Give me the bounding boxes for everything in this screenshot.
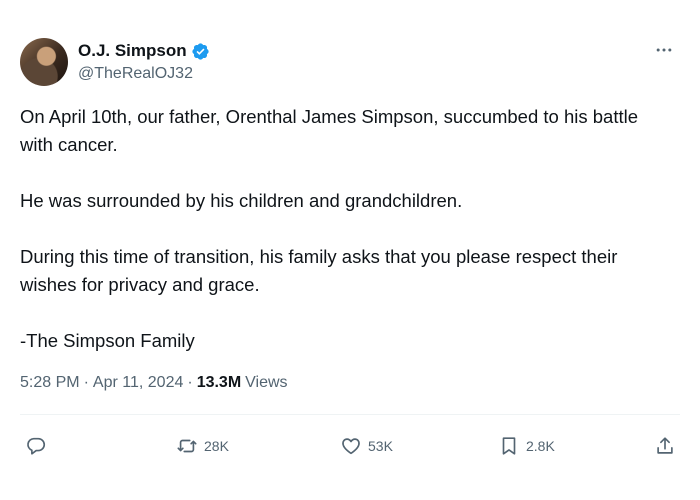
meta-separator: · <box>187 374 193 391</box>
bookmark-icon <box>502 437 516 455</box>
post-time[interactable]: 5:28 PM <box>20 374 80 392</box>
share-icon <box>657 437 673 454</box>
bookmark-count: 2.8K <box>526 438 555 454</box>
views-label: Views <box>245 374 288 391</box>
tweet-text: On April 10th, our father, Orenthal Jame… <box>20 103 670 383</box>
avatar[interactable] <box>20 38 68 86</box>
bookmark-button[interactable]: 2.8K <box>498 428 555 464</box>
name-row: O.J. Simpson <box>78 40 210 62</box>
tweet-metadata: 5:28 PM · Apr 11, 2024 · 13.3M Views <box>20 374 288 392</box>
reply-button[interactable] <box>25 428 53 464</box>
tweet: O.J. Simpson @TheRealOJ32 On April 10th,… <box>0 0 700 500</box>
post-date[interactable]: Apr 11, 2024 <box>93 374 183 392</box>
divider <box>20 414 680 415</box>
tweet-paragraph: On April 10th, our father, Orenthal Jame… <box>20 106 639 155</box>
reply-icon <box>27 437 46 455</box>
action-bar: 28K 53K 2.8K <box>20 428 680 464</box>
tweet-header: O.J. Simpson @TheRealOJ32 <box>20 38 680 90</box>
verified-badge-icon[interactable] <box>191 42 210 61</box>
handle[interactable]: @TheRealOJ32 <box>78 65 210 83</box>
views-count[interactable]: 13.3M <box>197 374 241 392</box>
repost-icon <box>177 439 197 453</box>
meta-separator: · <box>83 374 89 391</box>
more-options-icon[interactable] <box>652 40 676 60</box>
tweet-paragraph: During this time of transition, his fami… <box>20 246 618 295</box>
repost-button[interactable]: 28K <box>176 428 229 464</box>
like-button[interactable]: 53K <box>340 428 393 464</box>
heart-icon <box>342 438 360 455</box>
repost-count: 28K <box>204 438 229 454</box>
tweet-paragraph: He was surrounded by his children and gr… <box>20 190 463 211</box>
tweet-paragraph: -The Simpson Family <box>20 330 195 351</box>
author-info: O.J. Simpson @TheRealOJ32 <box>78 40 210 83</box>
display-name[interactable]: O.J. Simpson <box>78 41 187 61</box>
share-button[interactable] <box>654 428 676 464</box>
like-count: 53K <box>368 438 393 454</box>
